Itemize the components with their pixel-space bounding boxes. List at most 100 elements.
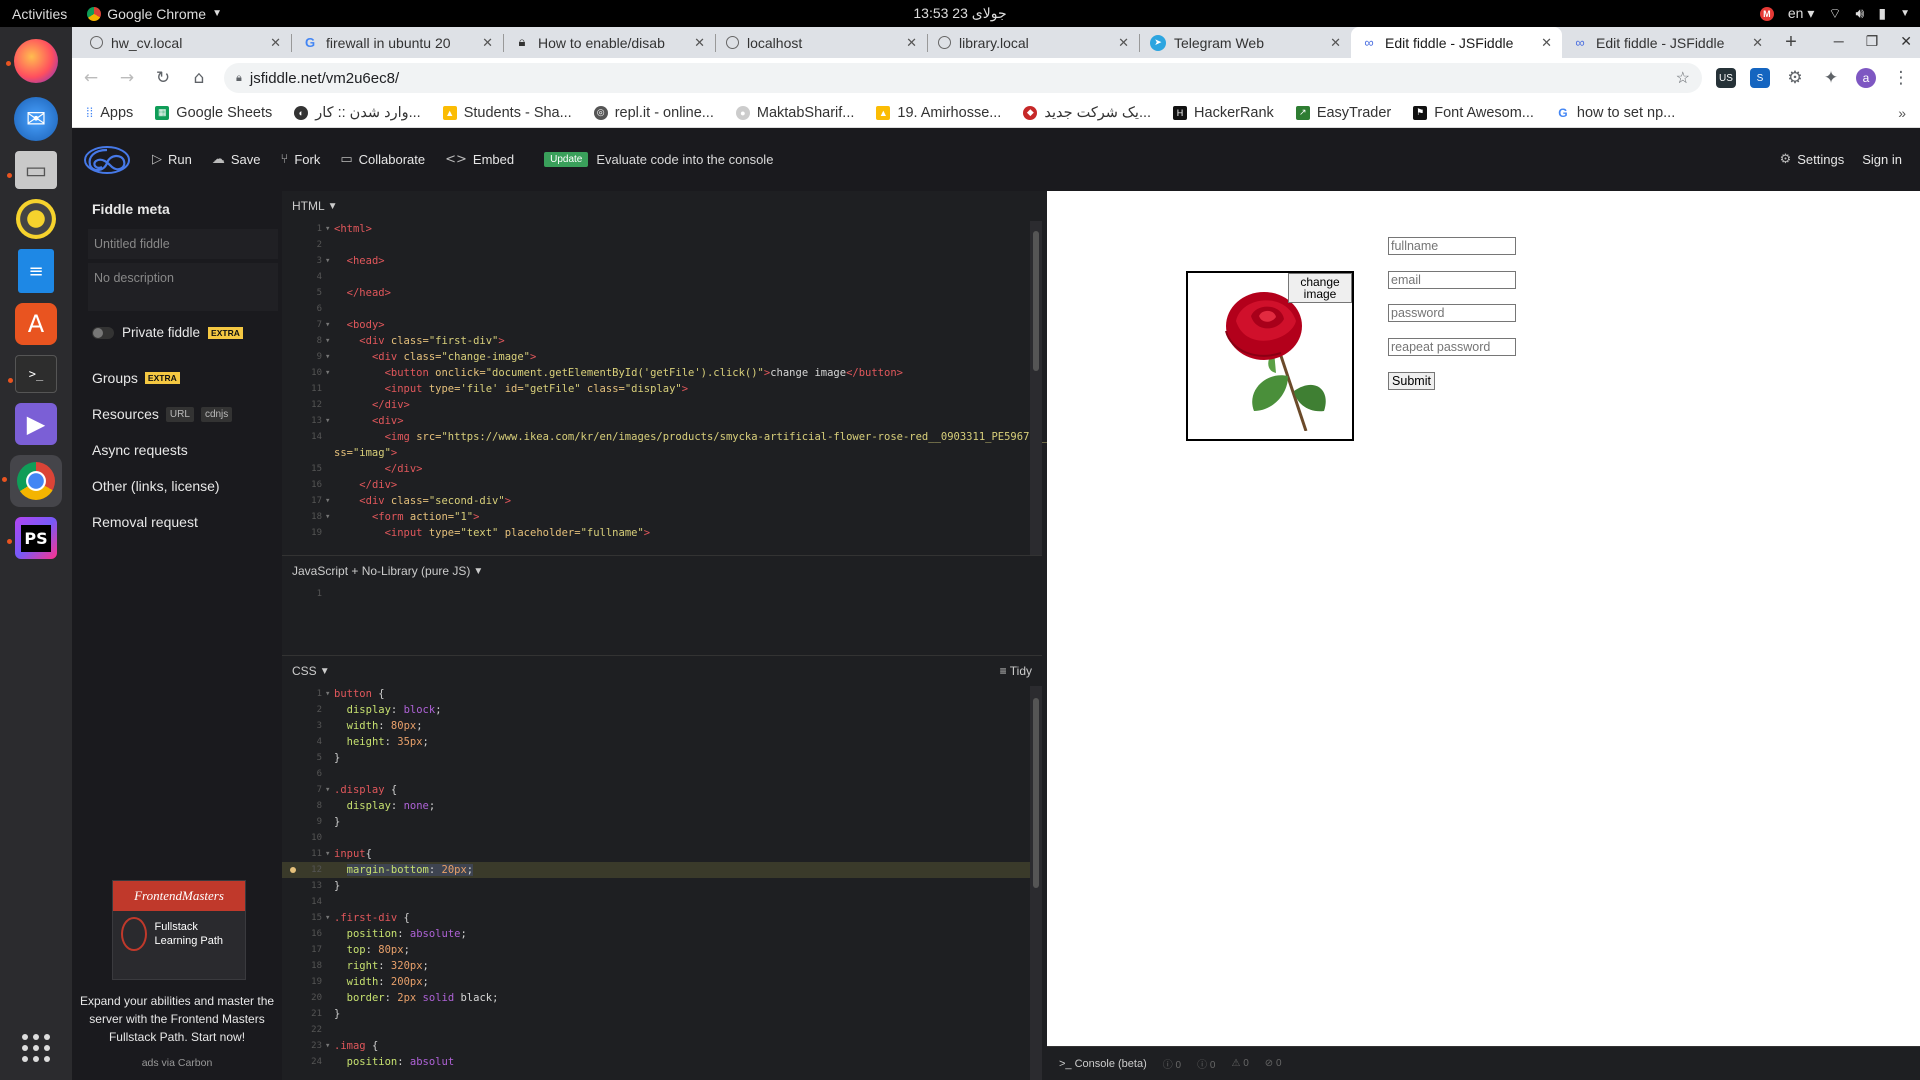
toggle-switch[interactable] <box>92 326 114 339</box>
kebab-menu-icon[interactable]: ⋮ <box>1890 68 1912 88</box>
show-applications-icon[interactable] <box>22 1034 50 1062</box>
code-line[interactable]: 3 ▾ <head> <box>282 253 1042 269</box>
minimize-icon[interactable]: ─ <box>1834 33 1844 50</box>
fold-arrow-icon[interactable]: ▾ <box>325 317 330 333</box>
browser-tab[interactable]: library.local ✕ <box>928 27 1139 58</box>
ad-via[interactable]: ads via Carbon <box>72 1057 282 1069</box>
js-panel-title[interactable]: JavaScript + No-Library (pure JS) ▼ <box>282 556 1042 586</box>
code-line[interactable]: 1 ▾ <html> <box>282 221 1042 237</box>
code-line[interactable]: 7 ▾ <body> <box>282 317 1042 333</box>
code-line[interactable]: 5} <box>282 750 1042 766</box>
maximize-icon[interactable]: ❐ <box>1866 33 1879 50</box>
code-line[interactable]: 16 </div> <box>282 477 1042 493</box>
bookmark-item[interactable]: ◎ repl.it - online... <box>593 105 714 121</box>
code-line[interactable]: ss="imag"> <box>282 445 1042 461</box>
code-line[interactable]: 24 position: absolut <box>282 1054 1042 1070</box>
css-code-editor[interactable]: 1 ▾ button {2 display: block; 3 width: 80px… <box>282 686 1042 1070</box>
browser-tab[interactable]: 🔒︎ How to enable/disab ✕ <box>504 27 715 58</box>
bookmark-item[interactable]: ◐ وارد شدن :: کار... <box>294 105 421 121</box>
chrome-icon[interactable] <box>2 455 62 507</box>
bookmark-star-icon[interactable]: ☆ <box>1676 68 1690 88</box>
code-line[interactable]: 11 <input type='file' id="getFile" class… <box>282 381 1042 397</box>
code-line[interactable]: 2 <box>282 237 1042 253</box>
jsfiddle-logo-icon[interactable] <box>82 145 132 175</box>
mail-indicator-icon[interactable]: M <box>1759 6 1774 21</box>
submit-button[interactable]: Submit <box>1388 372 1435 390</box>
gear-icon[interactable]: ⚙ <box>1784 68 1806 88</box>
phpstorm-icon[interactable]: PS <box>7 517 57 559</box>
close-icon[interactable]: ✕ <box>1752 35 1763 51</box>
close-icon[interactable]: ✕ <box>1330 35 1341 51</box>
code-line[interactable]: 14 <box>282 894 1042 910</box>
bookmark-item[interactable]: ▲ Students - Sha... <box>442 105 572 121</box>
browser-tab-active[interactable]: ∞ Edit fiddle - JSFiddle ✕ <box>1351 27 1562 58</box>
code-line[interactable]: 4 height: 35px; <box>282 734 1042 750</box>
videos-icon[interactable]: ▶ <box>15 403 57 445</box>
fold-arrow-icon[interactable]: ▾ <box>325 846 330 862</box>
console-bar[interactable]: >_ Console (beta) ⓘ 0 ⓘ 0 ⚠ 0 ⊘ 0 <box>1047 1046 1920 1080</box>
bookmark-item[interactable]: ◆ یک شرکت جدید... <box>1023 105 1151 121</box>
back-icon[interactable]: ← <box>80 68 102 88</box>
fold-arrow-icon[interactable]: ▾ <box>325 365 330 381</box>
rhythmbox-icon[interactable] <box>16 199 56 239</box>
async-requests-link[interactable]: Async requests <box>92 432 272 468</box>
bookmark-apps[interactable]: ⁞⁞ Apps <box>86 105 133 121</box>
fold-arrow-icon[interactable]: ▾ <box>325 782 330 798</box>
code-line[interactable]: 11 ▾ input{ <box>282 846 1042 862</box>
bookmark-item[interactable]: ▲ 19. Amirhosse... <box>876 105 1001 121</box>
bookmark-item[interactable]: ▦ Google Sheets <box>155 105 272 121</box>
change-image-button[interactable]: change image <box>1288 273 1352 303</box>
resources-link[interactable]: Resources URL cdnjs <box>92 396 272 432</box>
groups-link[interactable]: Groups EXTRA <box>92 360 272 396</box>
js-code-editor[interactable]: 1 <box>282 586 1042 602</box>
code-line[interactable]: 18 ▾ <form action="1"> <box>282 509 1042 525</box>
thunderbird-icon[interactable]: ✉ <box>14 97 58 141</box>
save-button[interactable]: ☁ Save <box>212 152 261 167</box>
volume-icon[interactable]: 🔊︎ <box>1856 6 1865 22</box>
fold-arrow-icon[interactable]: ▾ <box>325 910 330 926</box>
fold-arrow-icon[interactable]: ▾ <box>325 349 330 365</box>
code-line[interactable]: 12 </div> <box>282 397 1042 413</box>
code-line[interactable]: 4 <box>282 269 1042 285</box>
language-indicator[interactable]: en ▾ <box>1788 5 1815 22</box>
code-line[interactable]: 18 right: 320px; <box>282 958 1042 974</box>
browser-tab[interactable]: ∞ Edit fiddle - JSFiddle ✕ <box>1562 27 1773 58</box>
ad-text[interactable]: Expand your abilities and master the ser… <box>72 992 282 1046</box>
code-line[interactable]: 19 width: 200px; <box>282 974 1042 990</box>
fold-arrow-icon[interactable]: ▾ <box>325 333 330 349</box>
close-window-icon[interactable]: ✕ <box>1900 33 1912 50</box>
close-icon[interactable]: ✕ <box>1118 35 1129 51</box>
code-line[interactable]: 6 <box>282 301 1042 317</box>
fold-arrow-icon[interactable]: ▾ <box>325 509 330 525</box>
fork-button[interactable]: ⑂ Fork <box>281 152 321 167</box>
code-line[interactable]: 1 <box>282 586 1042 602</box>
carbon-ad[interactable]: FrontendMasters Fullstack Learning Path <box>112 880 246 980</box>
network-icon[interactable]: ⌔ <box>1828 5 1841 23</box>
settings-button[interactable]: ⚙ Settings <box>1780 152 1845 167</box>
code-line[interactable]: 8 ▾ <div class="first-div"> <box>282 333 1042 349</box>
email-input[interactable] <box>1388 271 1516 289</box>
html-scrollbar[interactable] <box>1030 221 1042 555</box>
code-line[interactable]: 2 display: block; <box>282 702 1042 718</box>
files-icon[interactable]: ▭ <box>7 151 57 189</box>
code-line[interactable]: 9 ▾ <div class="change-image"> <box>282 349 1042 365</box>
address-bar[interactable]: 🔒︎ jsfiddle.net/vm2u6ec8/ ☆ <box>224 63 1702 93</box>
close-icon[interactable]: ✕ <box>906 35 917 51</box>
lock-icon[interactable]: 🔒︎ <box>236 72 242 85</box>
code-line[interactable]: 10 <box>282 830 1042 846</box>
code-line[interactable]: 23 ▾ .imag { <box>282 1038 1042 1054</box>
extension-icon[interactable]: S <box>1750 68 1770 88</box>
close-icon[interactable]: ✕ <box>270 35 281 51</box>
software-icon[interactable]: A <box>15 303 57 345</box>
bookmark-item[interactable]: Ghow to set np... <box>1555 105 1675 121</box>
run-button[interactable]: ▷ Run <box>152 152 192 167</box>
fold-arrow-icon[interactable]: ▾ <box>325 253 330 269</box>
fiddle-description-input[interactable]: No description <box>88 263 278 311</box>
repeat-password-input[interactable] <box>1388 338 1516 356</box>
close-icon[interactable]: ✕ <box>694 35 705 51</box>
tidy-button[interactable]: ≡ Tidy <box>1000 664 1032 678</box>
forward-icon[interactable]: → <box>116 68 138 88</box>
fold-arrow-icon[interactable]: ▾ <box>325 1038 330 1054</box>
code-line[interactable]: 5 </head> <box>282 285 1042 301</box>
html-code-editor[interactable]: 1 ▾ <html> 2 3 ▾ <head> 4 5 </head> 6 7 ▾ <body> 8 ▾… <box>282 221 1118 541</box>
